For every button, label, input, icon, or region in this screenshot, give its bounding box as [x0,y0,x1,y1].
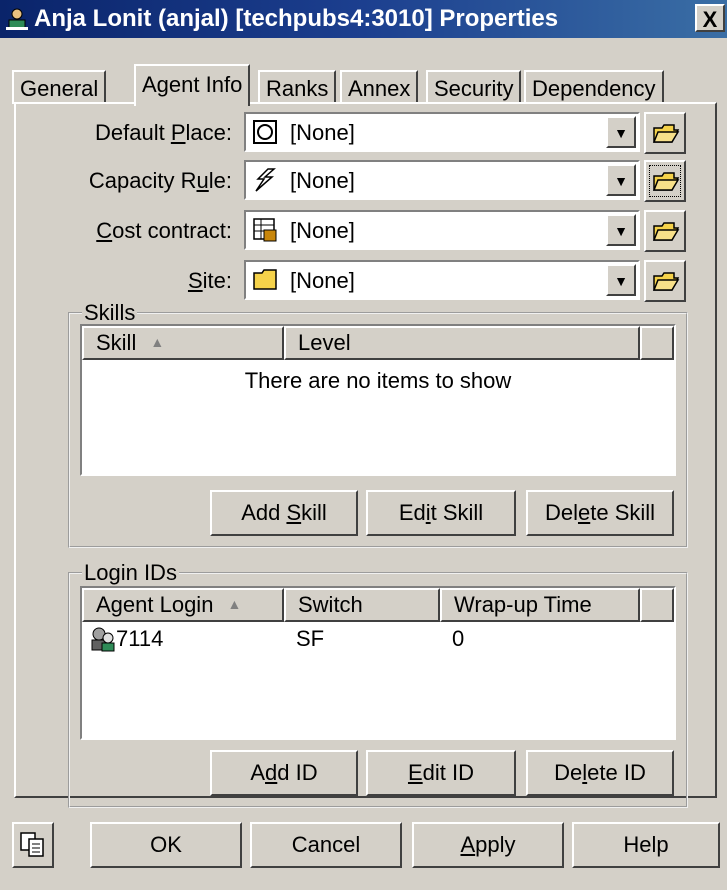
default-place-value: [None] [290,120,355,145]
apply-button[interactable]: Apply [412,822,564,868]
agent-icon [6,8,28,30]
agent-info-panel: Default Place: [None] ▼ Capacity Rule: [… [14,102,717,808]
site-folder-icon [252,267,278,293]
agent-login-icon [90,626,116,658]
open-folder-icon [652,272,680,291]
skills-empty-message: There are no items to show [244,368,512,393]
tab-agent-info[interactable]: Agent Info [134,64,251,106]
default-place-combo[interactable]: [None] ▼ [244,112,640,152]
agent-login-column-header[interactable]: Agent Login ▲ [82,588,284,622]
table-row[interactable]: 7114 SF 0 [82,626,674,656]
open-folder-icon [652,124,680,143]
capacity-rule-value: [None] [290,168,355,193]
open-folder-icon [652,222,680,241]
login-ids-group: Login IDs Agent Login ▲ Switch Wrap-up Ti… [68,560,688,808]
tab-dependency[interactable]: Dependency [524,70,664,104]
tab-ranks[interactable]: Ranks [258,70,337,104]
wrap-up-time-column-header[interactable]: Wrap-up Time [440,588,640,622]
tab-general[interactable]: General [12,70,107,104]
skill-column-header[interactable]: Skill ▲ [82,326,284,360]
capacity-rule-icon [252,167,278,193]
cost-contract-label: Cost contract: [96,218,232,243]
login-ids-list[interactable]: Agent Login ▲ Switch Wrap-up Time 7114 SF… [80,586,676,740]
agent-login-value: 7114 [116,626,164,651]
browse-default-place-button[interactable] [644,112,686,154]
skills-group-title: Skills [82,300,138,326]
add-id-button[interactable]: Add ID [210,750,358,796]
skills-group: Skills Skill ▲ Level There are no items t… [68,300,688,548]
filler-column-header [640,326,674,360]
help-button[interactable]: Help [572,822,720,868]
cost-contract-value: [None] [290,218,355,243]
tab-security[interactable]: Security [426,70,522,104]
wrap-up-time-value: 0 [452,626,465,651]
switch-column-header[interactable]: Switch [284,588,440,622]
title-bar[interactable]: Anja Lonit (anjal) [techpubs4:3010] Prop… [0,0,727,38]
browse-capacity-rule-button[interactable] [644,160,686,202]
place-icon [252,119,278,145]
site-value: [None] [290,268,355,293]
chevron-down-icon[interactable]: ▼ [606,164,636,196]
sort-ascending-icon: ▲ [150,334,165,350]
browse-site-button[interactable] [644,260,686,302]
add-skill-button[interactable]: Add Skill [210,490,358,536]
capacity-rule-combo[interactable]: [None] ▼ [244,160,640,200]
browse-cost-contract-button[interactable] [644,210,686,252]
edit-id-button[interactable]: Edit ID [366,750,516,796]
edit-skill-button[interactable]: Edit Skill [366,490,516,536]
delete-skill-button[interactable]: Delete Skill [526,490,674,536]
open-folder-icon [652,172,680,191]
sort-ascending-icon: ▲ [227,596,242,612]
copy-button[interactable] [12,822,54,868]
site-combo[interactable]: [None] ▼ [244,260,640,300]
skills-list[interactable]: Skill ▲ Level There are no items to show [80,324,676,476]
ok-button[interactable]: OK [90,822,242,868]
chevron-down-icon[interactable]: ▼ [606,116,636,148]
copy-icon [20,832,44,857]
chevron-down-icon[interactable]: ▼ [606,264,636,296]
delete-id-button[interactable]: Delete ID [526,750,674,796]
site-label: Site: [187,268,232,293]
chevron-down-icon[interactable]: ▼ [606,214,636,246]
tab-annex[interactable]: Annex [340,70,419,104]
close-button[interactable]: X [695,4,725,32]
filler-column-header [640,588,674,622]
level-column-header[interactable]: Level [284,326,640,360]
window-title: Anja Lonit (anjal) [techpubs4:3010] Prop… [34,5,559,32]
default-place-label: Default Place: [95,120,232,145]
switch-value: SF [296,626,325,651]
capacity-rule-label: Capacity Rule: [88,168,232,193]
login-ids-group-title: Login IDs [82,560,179,586]
cost-contract-icon [252,217,278,243]
cancel-button[interactable]: Cancel [250,822,402,868]
cost-contract-combo[interactable]: [None] ▼ [244,210,640,250]
